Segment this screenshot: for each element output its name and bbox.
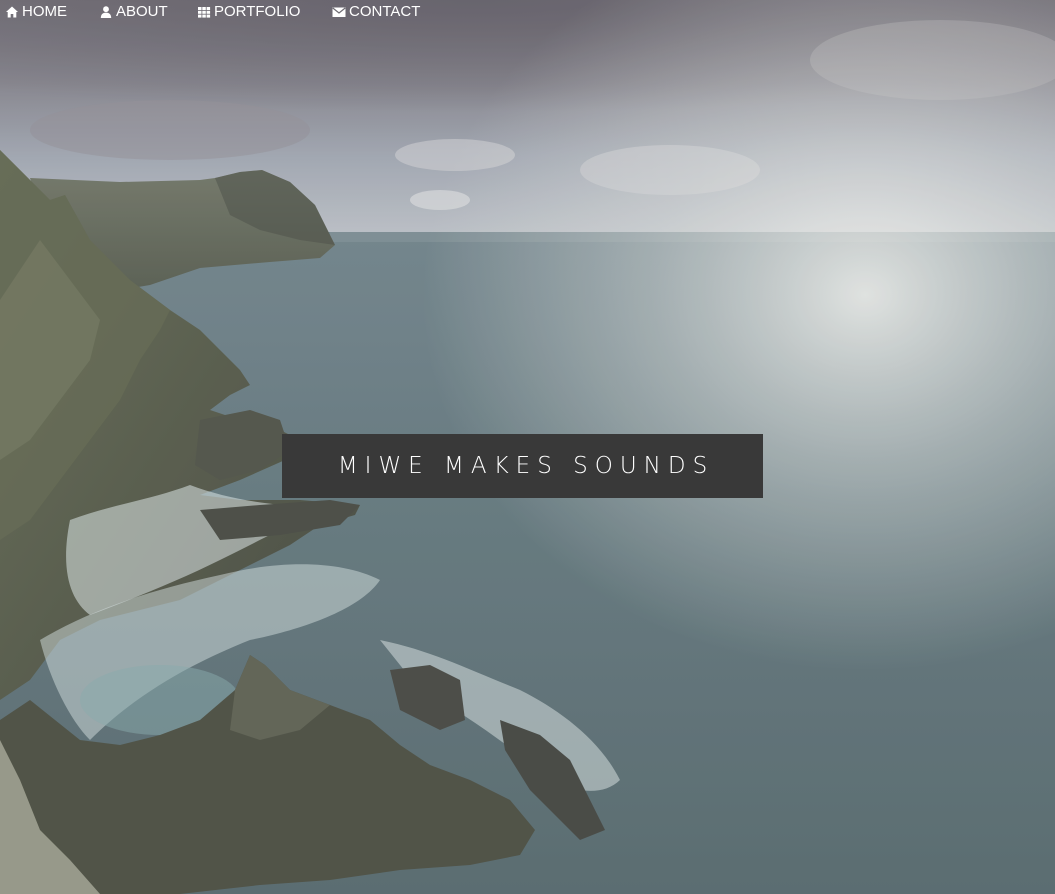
hero-title-box: MIWE MAKES SOUNDS: [282, 434, 763, 498]
envelope-icon: [332, 5, 346, 19]
user-icon: [99, 5, 113, 19]
nav-item-portfolio-label: PORTFOLIO: [214, 3, 301, 20]
hero-section: HOME ABOUT PORTFOLIO CONTACT MIWE MAKES …: [0, 0, 1055, 894]
home-icon: [5, 5, 19, 19]
nav-item-portfolio[interactable]: PORTFOLIO: [197, 0, 300, 24]
nav-item-home[interactable]: HOME: [5, 0, 67, 24]
nav-item-contact[interactable]: CONTACT: [332, 0, 420, 24]
hero-title: MIWE MAKES SOUNDS: [337, 453, 715, 479]
nav-item-about[interactable]: ABOUT: [99, 0, 168, 24]
nav-item-contact-label: CONTACT: [349, 3, 421, 20]
nav-item-home-label: HOME: [22, 3, 67, 20]
nav-item-about-label: ABOUT: [116, 3, 168, 20]
grid-icon: [197, 5, 211, 19]
